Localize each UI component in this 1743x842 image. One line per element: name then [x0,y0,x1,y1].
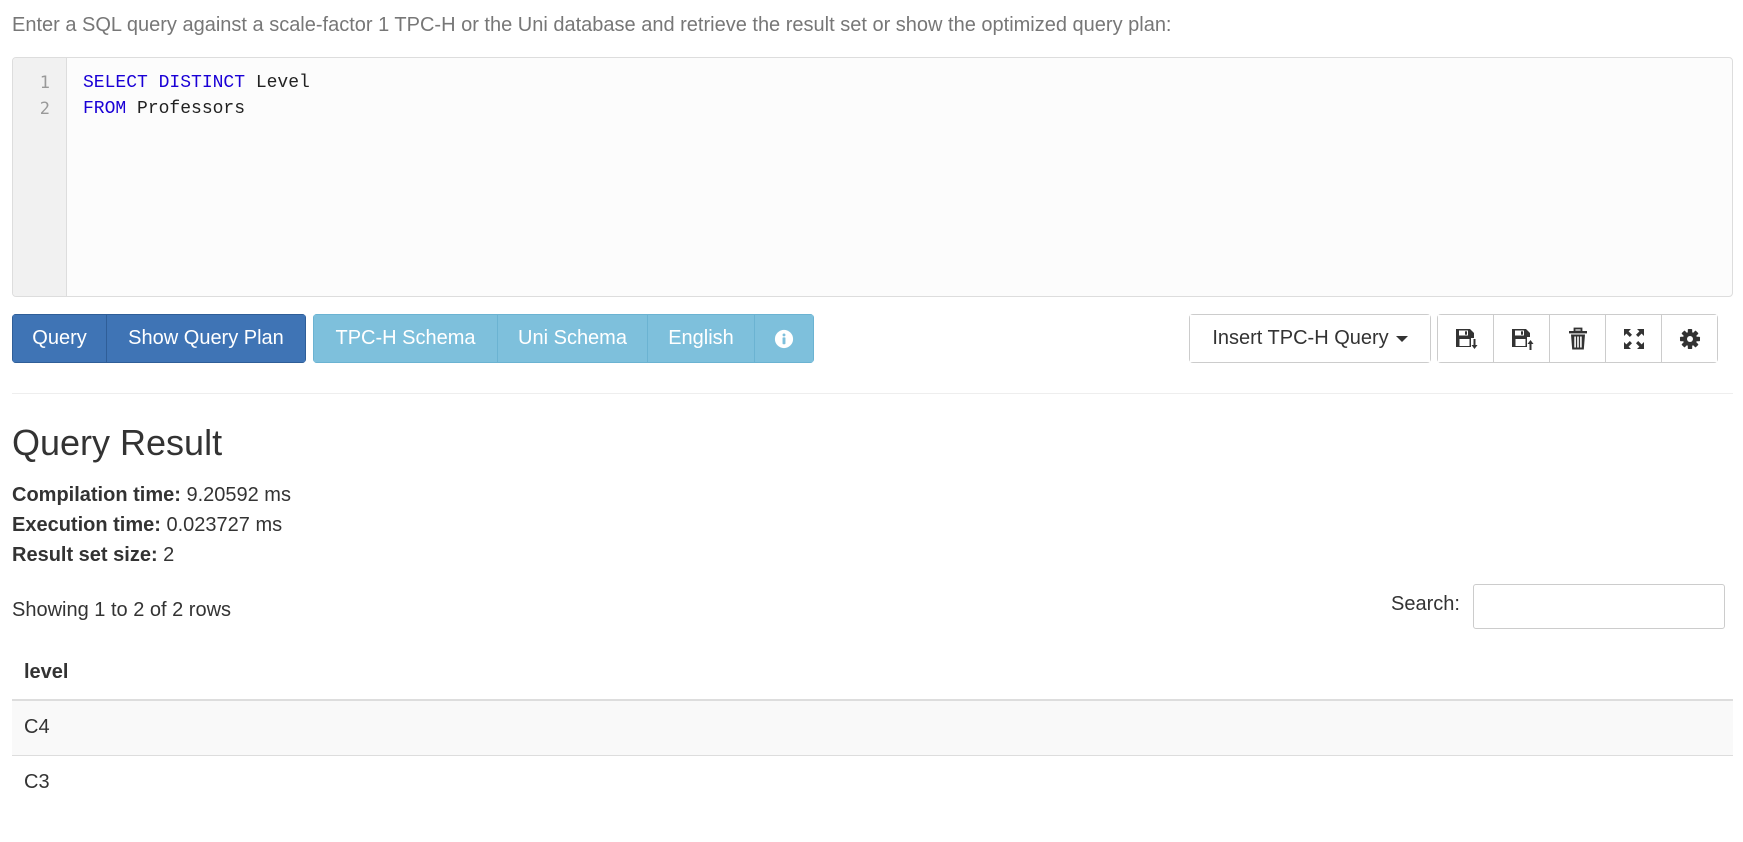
code-line[interactable]: FROM Professors [83,96,245,122]
intro-text: Enter a SQL query against a scale-factor… [12,14,1172,36]
result-set-size-label: Result set size: [12,544,158,566]
query-result-heading: Query Result [12,422,223,463]
section-divider [12,393,1733,394]
table-cell: C4 [12,700,1733,756]
search-label: Search: [1391,593,1460,615]
icon-toolbar [1437,314,1718,363]
showing-rows-info: Showing 1 to 2 of 2 rows [12,599,232,621]
table-row: C3 [12,755,1733,810]
sql-text: Professors [126,99,246,119]
execution-time-label: Execution time: [12,514,161,536]
sql-text: Level [245,73,310,93]
insert-tpch-query-label: Insert TPC-H Query [1212,327,1389,349]
result-set-size: Result set size: 2 [12,544,174,567]
table-row: C4 [12,700,1733,756]
fullscreen-button[interactable] [1605,314,1662,363]
save-download-icon [1455,328,1478,351]
schema-button-group: TPC-H Schema Uni Schema English [313,314,814,363]
page: Enter a SQL query against a scale-factor… [0,0,1743,842]
table-cell: C3 [12,755,1733,810]
result-set-size-value: 2 [157,544,175,566]
fullscreen-icon [1623,328,1644,349]
insert-query-group: Insert TPC-H Query [1189,314,1431,363]
info-button[interactable] [754,314,814,363]
compilation-time: Compilation time: 9.20592 ms [12,484,291,507]
save-upload-button[interactable] [1493,314,1550,363]
settings-button[interactable] [1661,314,1718,363]
english-button[interactable]: English [647,314,755,363]
query-button[interactable]: Query [12,314,107,363]
results-table: level C4 C3 [12,646,1733,810]
query-button-group: Query Show Query Plan [12,314,306,363]
sql-keyword: SELECT DISTINCT [83,73,246,93]
caret-down-icon [1395,335,1408,342]
line-number: 2 [39,99,50,119]
sql-keyword: FROM [83,99,127,119]
table-header-row: level [12,646,1733,701]
delete-button[interactable] [1549,314,1606,363]
search-input[interactable] [1473,584,1725,629]
column-header-level[interactable]: level [12,646,1733,701]
trash-icon [1568,327,1587,349]
code-line[interactable]: SELECT DISTINCT Level [83,70,310,96]
info-icon [774,329,794,348]
editor-gutter: 1 2 [13,58,67,296]
compilation-time-label: Compilation time: [12,484,181,506]
save-upload-icon [1511,328,1534,351]
save-download-button[interactable] [1437,314,1494,363]
tpch-schema-button[interactable]: TPC-H Schema [313,314,498,363]
compilation-time-value: 9.20592 ms [180,484,291,506]
line-number: 1 [39,73,50,93]
insert-tpch-query-dropdown[interactable]: Insert TPC-H Query [1189,314,1431,363]
execution-time-value: 0.023727 ms [160,514,283,536]
uni-schema-button[interactable]: Uni Schema [497,314,648,363]
show-query-plan-button[interactable]: Show Query Plan [106,314,306,363]
sql-editor[interactable]: 1 2 SELECT DISTINCT Level FROM Professor… [12,57,1733,297]
execution-time: Execution time: 0.023727 ms [12,514,282,537]
gear-icon [1679,328,1700,349]
